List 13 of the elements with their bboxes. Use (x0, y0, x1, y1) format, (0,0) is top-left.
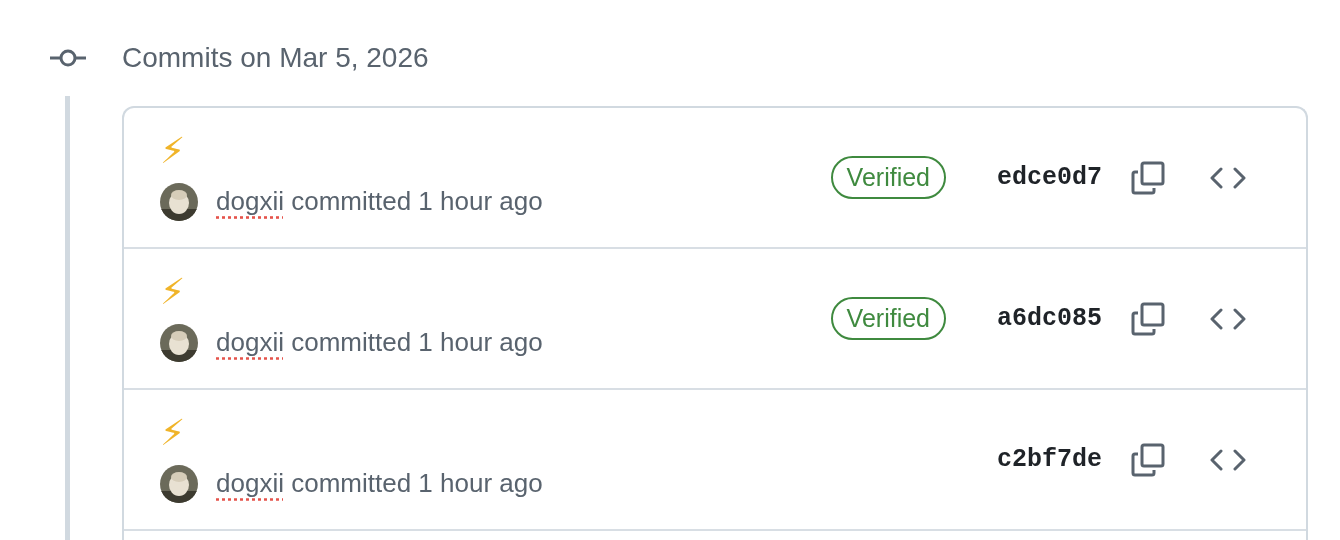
author-link[interactable]: dogxii (216, 186, 284, 216)
commit-sha-link[interactable]: a6dc085 (990, 304, 1102, 333)
commit-sha-link[interactable]: c2bf7de (990, 445, 1102, 474)
commit-author-line: dogxii committed 1 hour ago (216, 186, 543, 217)
author-link[interactable]: dogxii (216, 327, 284, 357)
commit-author-line: dogxii committed 1 hour ago (216, 468, 543, 499)
verified-badge[interactable]: Verified (830, 156, 946, 199)
commit-author-line: dogxii committed 1 hour ago (216, 327, 543, 358)
verified-badge[interactable]: Verified (830, 297, 946, 340)
commit-sha-link[interactable]: edce0d7 (990, 163, 1102, 192)
commit-node-icon (50, 48, 86, 68)
author-link[interactable]: dogxii (216, 468, 284, 498)
commits-date-heading: Commits on Mar 5, 2026 (122, 42, 429, 74)
